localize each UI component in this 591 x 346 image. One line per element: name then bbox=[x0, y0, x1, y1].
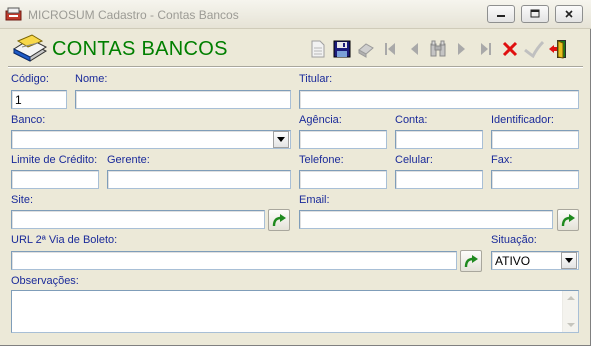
banco-dropdown-button[interactable] bbox=[273, 131, 289, 148]
observacoes-label: Observações: bbox=[11, 275, 79, 287]
previous-record-button[interactable] bbox=[402, 37, 425, 61]
next-record-icon bbox=[457, 43, 465, 55]
cadastro-window: MICROSUM Cadastro - Contas Bancos CONTAS… bbox=[0, 0, 591, 346]
first-record-button[interactable] bbox=[378, 37, 401, 61]
limite-label: Limite de Crédito: bbox=[11, 154, 98, 166]
titular-label: Titular: bbox=[299, 73, 333, 85]
situacao-label: Situação: bbox=[491, 234, 537, 246]
agencia-field[interactable] bbox=[299, 130, 387, 149]
scroll-down-icon[interactable] bbox=[567, 323, 575, 327]
confirm-button[interactable] bbox=[522, 37, 545, 61]
binoculars-icon bbox=[430, 40, 445, 57]
titular-field[interactable] bbox=[299, 90, 579, 109]
agencia-label: Agência: bbox=[299, 114, 342, 126]
minimize-icon bbox=[497, 15, 505, 17]
next-record-button[interactable] bbox=[450, 37, 473, 61]
checkmark-icon bbox=[523, 40, 544, 58]
email-label: Email: bbox=[299, 194, 330, 206]
cancel-button[interactable] bbox=[498, 37, 521, 61]
previous-record-icon bbox=[410, 43, 418, 55]
telefone-label: Telefone: bbox=[299, 154, 344, 166]
celular-field[interactable] bbox=[395, 170, 483, 189]
close-icon bbox=[565, 10, 573, 18]
book-icon bbox=[12, 34, 48, 62]
site-label: Site: bbox=[11, 194, 34, 206]
fax-field[interactable] bbox=[491, 170, 579, 189]
nome-field[interactable] bbox=[75, 90, 291, 109]
maximize-button[interactable] bbox=[521, 5, 549, 23]
maximize-icon bbox=[530, 9, 540, 18]
exit-button[interactable] bbox=[546, 37, 569, 61]
fax-label: Fax: bbox=[491, 154, 513, 166]
banco-select[interactable] bbox=[11, 130, 291, 149]
observacoes-memo[interactable] bbox=[11, 290, 579, 333]
green-arrow-icon bbox=[561, 214, 575, 227]
document-icon bbox=[311, 40, 324, 58]
identificador-field[interactable] bbox=[491, 130, 579, 149]
codigo-field[interactable]: 1 bbox=[11, 90, 67, 109]
first-record-icon bbox=[384, 43, 395, 55]
codigo-label: Código: bbox=[11, 73, 49, 85]
site-field[interactable] bbox=[11, 210, 265, 229]
search-button[interactable] bbox=[426, 37, 449, 61]
open-site-button[interactable] bbox=[268, 209, 290, 231]
email-field[interactable] bbox=[299, 210, 553, 229]
edit-button[interactable] bbox=[354, 37, 377, 61]
celular-label: Celular: bbox=[395, 154, 433, 166]
chevron-down-icon bbox=[277, 137, 285, 142]
limite-field[interactable] bbox=[11, 170, 99, 189]
app-icon bbox=[5, 7, 22, 21]
exit-door-icon bbox=[548, 40, 566, 59]
gerente-field[interactable] bbox=[107, 170, 291, 189]
identificador-label: Identificador: bbox=[491, 114, 554, 126]
situacao-dropdown-button[interactable] bbox=[561, 252, 577, 269]
chevron-down-icon bbox=[565, 258, 573, 263]
nome-label: Nome: bbox=[75, 73, 108, 85]
scroll-up-icon[interactable] bbox=[567, 296, 575, 300]
conta-label: Conta: bbox=[395, 114, 428, 126]
url-boleto-field[interactable] bbox=[11, 251, 457, 270]
gerente-label: Gerente: bbox=[107, 154, 150, 166]
last-record-icon bbox=[480, 43, 491, 55]
close-button[interactable] bbox=[555, 5, 583, 23]
url-boleto-label: URL 2ª Via de Boleto: bbox=[11, 234, 118, 246]
conta-field[interactable] bbox=[395, 130, 483, 149]
new-record-button[interactable] bbox=[306, 37, 329, 61]
save-button[interactable] bbox=[330, 37, 353, 61]
observacoes-scrollbar[interactable] bbox=[562, 291, 578, 332]
page-title: CONTAS BANCOS bbox=[52, 38, 228, 60]
red-x-icon bbox=[502, 41, 517, 57]
edit-icon bbox=[357, 43, 374, 58]
banco-label: Banco: bbox=[11, 114, 46, 126]
telefone-field[interactable] bbox=[299, 170, 387, 189]
last-record-button[interactable] bbox=[474, 37, 497, 61]
floppy-disk-icon bbox=[333, 40, 350, 58]
minimize-button[interactable] bbox=[487, 5, 515, 23]
header-separator bbox=[8, 66, 583, 68]
title-bar[interactable]: MICROSUM Cadastro - Contas Bancos bbox=[0, 0, 591, 29]
open-url-boleto-button[interactable] bbox=[460, 250, 482, 272]
send-email-button[interactable] bbox=[557, 209, 579, 231]
window-title: MICROSUM Cadastro - Contas Bancos bbox=[28, 8, 239, 22]
green-arrow-icon bbox=[464, 255, 478, 268]
green-arrow-icon bbox=[272, 214, 286, 227]
